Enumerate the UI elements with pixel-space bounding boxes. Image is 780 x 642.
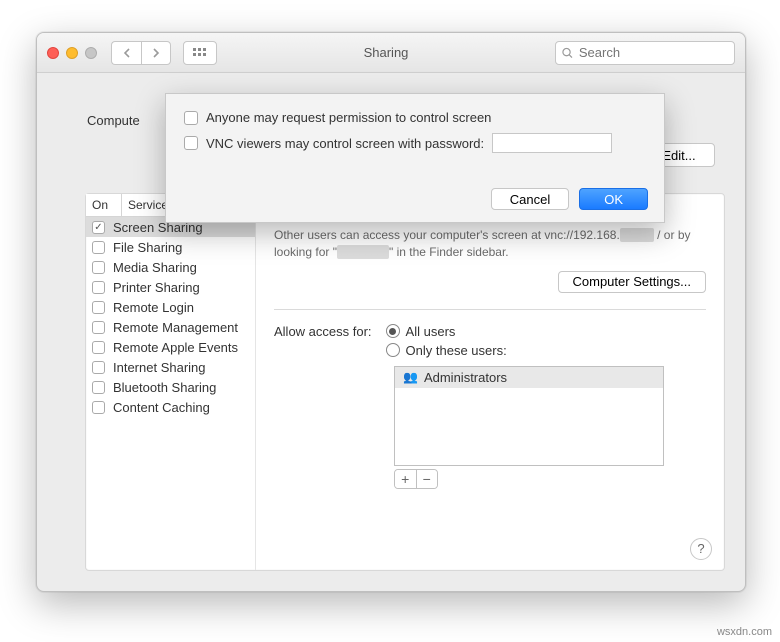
option-anyone-request[interactable]: Anyone may request permission to control… — [184, 110, 646, 125]
add-remove-cluster: + − — [394, 469, 438, 489]
computer-settings-sheet: Anyone may request permission to control… — [165, 93, 665, 223]
help-button[interactable]: ? — [690, 538, 712, 560]
cancel-button[interactable]: Cancel — [491, 188, 569, 210]
service-label: Media Sharing — [113, 260, 197, 275]
option-label: Anyone may request permission to control… — [206, 110, 491, 125]
service-label: Remote Management — [113, 320, 238, 335]
services-list: On Service Screen Sharing File Sharing M… — [86, 194, 256, 570]
service-checkbox[interactable] — [92, 261, 105, 274]
add-user-button[interactable]: + — [395, 470, 417, 488]
users-icon: 👥 — [403, 370, 418, 384]
computer-name-label: Compute — [87, 113, 140, 128]
service-row[interactable]: Bluetooth Sharing — [86, 377, 255, 397]
option-label: VNC viewers may control screen with pass… — [206, 136, 484, 151]
service-label: Printer Sharing — [113, 280, 200, 295]
titlebar: Sharing — [37, 33, 745, 73]
watermark: wsxdn.com — [717, 626, 772, 638]
service-row[interactable]: Remote Apple Events — [86, 337, 255, 357]
ok-button[interactable]: OK — [579, 188, 648, 210]
close-window-icon[interactable] — [47, 47, 59, 59]
redacted-ip: xxxxx — [620, 228, 654, 242]
minimize-window-icon[interactable] — [66, 47, 78, 59]
service-checkbox[interactable] — [92, 401, 105, 414]
nav-back-button[interactable] — [111, 41, 141, 65]
service-label: Internet Sharing — [113, 360, 206, 375]
desc-text: " in the Finder sidebar. — [389, 245, 509, 259]
service-checkbox[interactable] — [92, 241, 105, 254]
service-checkbox[interactable] — [92, 221, 105, 234]
search-field[interactable] — [555, 41, 735, 65]
service-row[interactable]: Printer Sharing — [86, 277, 255, 297]
radio-label: All users — [406, 324, 456, 339]
window-controls — [47, 47, 97, 59]
grid-icon — [193, 48, 207, 58]
service-checkbox[interactable] — [92, 341, 105, 354]
redacted-name: xxxxxxxx — [337, 245, 389, 259]
service-row[interactable]: Content Caching — [86, 397, 255, 417]
service-label: File Sharing — [113, 240, 182, 255]
service-row[interactable]: Remote Login — [86, 297, 255, 317]
service-label: Content Caching — [113, 400, 210, 415]
computer-settings-button[interactable]: Computer Settings... — [558, 271, 707, 293]
vnc-password-field[interactable] — [492, 133, 612, 153]
checkbox[interactable] — [184, 136, 198, 150]
radio-only-users[interactable]: Only these users: — [386, 343, 507, 358]
service-checkbox[interactable] — [92, 381, 105, 394]
preferences-window: Sharing Compute Edit... On Service Scree… — [36, 32, 746, 592]
radio-icon[interactable] — [386, 343, 400, 357]
chevron-right-icon — [152, 48, 160, 58]
service-row[interactable]: File Sharing — [86, 237, 255, 257]
nav-back-forward — [111, 41, 171, 65]
search-icon — [562, 47, 573, 59]
show-all-button[interactable] — [183, 41, 217, 65]
service-row[interactable]: Remote Management — [86, 317, 255, 337]
computer-name-row: Compute — [87, 113, 140, 128]
user-list-item[interactable]: 👥 Administrators — [395, 367, 663, 388]
content-box: On Service Screen Sharing File Sharing M… — [85, 193, 725, 571]
radio-label: Only these users: — [406, 343, 507, 358]
service-row[interactable]: Media Sharing — [86, 257, 255, 277]
service-checkbox[interactable] — [92, 281, 105, 294]
service-label: Remote Apple Events — [113, 340, 238, 355]
radio-all-users[interactable]: All users — [386, 324, 507, 339]
radio-icon[interactable] — [386, 324, 400, 338]
service-row[interactable]: Internet Sharing — [86, 357, 255, 377]
user-list[interactable]: 👥 Administrators — [394, 366, 664, 466]
service-detail-pane: Screen Sharing: On Other users can acces… — [256, 194, 724, 570]
window-title: Sharing — [223, 45, 549, 60]
checkbox[interactable] — [184, 111, 198, 125]
zoom-window-icon — [85, 47, 97, 59]
separator — [274, 309, 706, 310]
status-description: Other users can access your computer's s… — [274, 227, 706, 261]
service-checkbox[interactable] — [92, 321, 105, 334]
user-name: Administrators — [424, 370, 507, 385]
access-label: Allow access for: — [274, 324, 372, 339]
service-label: Remote Login — [113, 300, 194, 315]
chevron-left-icon — [123, 48, 131, 58]
desc-text: Other users can access your computer's s… — [274, 228, 620, 242]
option-vnc-password[interactable]: VNC viewers may control screen with pass… — [184, 133, 646, 153]
access-section: Allow access for: All users Only these u… — [274, 324, 706, 362]
service-checkbox[interactable] — [92, 301, 105, 314]
remove-user-button[interactable]: − — [417, 470, 438, 488]
nav-forward-button[interactable] — [141, 41, 171, 65]
service-label: Bluetooth Sharing — [113, 380, 216, 395]
search-input[interactable] — [577, 44, 728, 61]
services-header-on: On — [86, 194, 122, 216]
service-checkbox[interactable] — [92, 361, 105, 374]
